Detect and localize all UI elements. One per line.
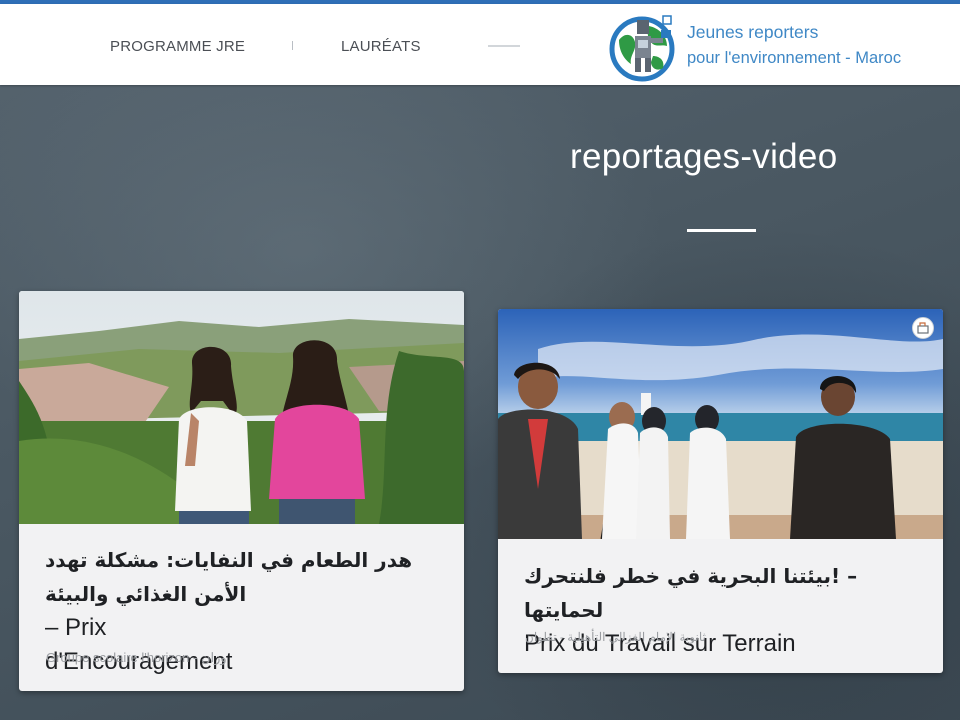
card-title-arabic: – !بيئتنا البحرية في خطر فلنتحرك لحمايته… — [524, 564, 858, 622]
brand-line-1: Jeunes reporters — [687, 22, 819, 42]
nav-dash — [488, 45, 520, 47]
nav-separator — [292, 41, 293, 50]
site-header: PROGRAMME JRE LAURÉATS Jeunes reporters … — [0, 4, 960, 85]
card-title-arabic: هدر الطعام في النفايات: مشكلة تهدد الأمن… — [45, 548, 413, 606]
brand-line-2: pour l'environnement - Maroc — [687, 49, 902, 67]
page-title: reportages-video — [570, 137, 838, 176]
video-thumbnail-image[interactable] — [498, 309, 943, 539]
brand-name[interactable]: Jeunes reporters pour l'environnement - … — [687, 20, 901, 71]
card-school: ثانوية الإمام الغزالي التأهيلية - تطوان — [525, 630, 706, 644]
nav-programme-jre[interactable]: PROGRAMME JRE — [110, 38, 245, 55]
card-title-prize-prefix: – Prix — [45, 614, 107, 641]
title-underline — [687, 229, 756, 232]
share-icon[interactable] — [912, 317, 934, 339]
logo-icon[interactable] — [607, 12, 679, 82]
video-card-food-waste[interactable]: هدر الطعام في النفايات: مشكلة تهدد الأمن… — [19, 291, 464, 691]
card-school: Groupe scolaire l'horizon - وزان — [46, 650, 227, 665]
video-card-marine-environment[interactable]: – !بيئتنا البحرية في خطر فلنتحرك لحمايته… — [498, 309, 943, 673]
video-thumbnail-image[interactable] — [19, 291, 464, 524]
card-title[interactable]: – !بيئتنا البحرية في خطر فلنتحرك لحمايته… — [524, 559, 917, 661]
nav-laureats[interactable]: LAURÉATS — [341, 38, 421, 55]
